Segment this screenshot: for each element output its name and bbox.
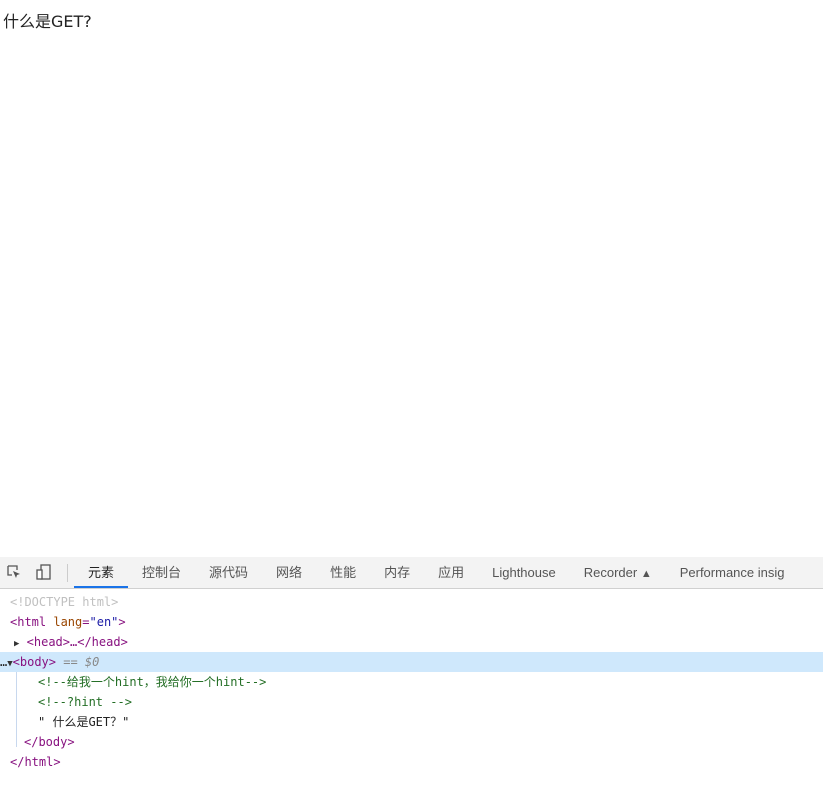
dom-node-body-close[interactable]: </body>: [0, 732, 823, 752]
tab-recorder-label: Recorder: [583, 565, 638, 580]
expand-triangle-icon[interactable]: ▶: [14, 639, 19, 649]
inspect-element-icon[interactable]: [6, 564, 22, 580]
tab-performance-insights[interactable]: Performance insig: [666, 557, 799, 588]
head-tag: <head>…</head>: [26, 635, 128, 649]
comment-text: <!--给我一个hint，我给你一个hint-->: [38, 675, 267, 689]
body-close-tag: </body>: [24, 735, 75, 749]
tab-console[interactable]: 控制台: [128, 557, 195, 588]
devtools-toolbar: 元素 控制台 源代码 网络 性能 内存 应用 Lighthouse Record…: [0, 557, 823, 589]
tab-application[interactable]: 应用: [424, 557, 478, 588]
tab-recorder[interactable]: Recorder ▲: [570, 557, 666, 588]
attr-name: lang: [53, 615, 83, 629]
devtools-panel: 元素 控制台 源代码 网络 性能 内存 应用 Lighthouse Record…: [0, 557, 823, 785]
tab-performance[interactable]: 性能: [316, 557, 370, 588]
toolbar-divider: [67, 564, 68, 582]
html-close-tag: </html>: [10, 755, 61, 769]
tab-memory[interactable]: 内存: [370, 557, 424, 588]
dom-node-doctype[interactable]: <!DOCTYPE html>: [0, 592, 823, 612]
dom-node-html-close[interactable]: </html>: [0, 752, 823, 772]
body-tag: <body>: [12, 655, 57, 669]
doctype-text: <!DOCTYPE html>: [10, 595, 119, 609]
dom-node-head[interactable]: ▶ <head>…</head>: [0, 632, 823, 652]
dom-node-comment[interactable]: <!--给我一个hint，我给你一个hint-->: [0, 672, 823, 692]
page-body-text: 什么是GET?: [3, 12, 92, 31]
comment-text: <!--?hint -->: [38, 695, 132, 709]
device-toolbar-icon[interactable]: [36, 564, 52, 580]
selected-marker: == $0: [63, 655, 100, 669]
tab-sources[interactable]: 源代码: [195, 557, 262, 588]
tab-elements[interactable]: 元素: [74, 557, 129, 588]
dom-node-body[interactable]: …▼<body> == $0: [0, 652, 823, 672]
flask-icon: ▲: [640, 568, 652, 580]
tab-lighthouse[interactable]: Lighthouse: [478, 557, 570, 588]
dom-node-text[interactable]: " 什么是GET？": [0, 712, 823, 732]
html-tag: <html: [10, 615, 47, 629]
tab-network[interactable]: 网络: [262, 557, 316, 588]
devtools-tabs: 元素 控制台 源代码 网络 性能 内存 应用 Lighthouse Record…: [74, 557, 799, 588]
dom-node-html[interactable]: <html lang="en">: [0, 612, 823, 632]
attr-value: "en": [89, 615, 119, 629]
dom-tree: <!DOCTYPE html> <html lang="en"> ▶ <head…: [0, 589, 823, 772]
text-node: " 什么是GET？": [38, 715, 130, 729]
dom-node-comment[interactable]: <!--?hint -->: [0, 692, 823, 712]
